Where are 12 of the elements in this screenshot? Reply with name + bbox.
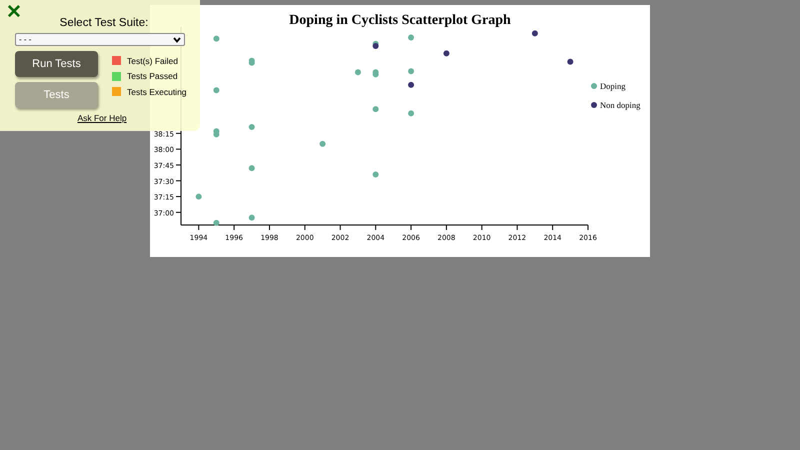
- test-button[interactable]: Run Tests: [15, 51, 98, 77]
- chart-title: Doping in Cyclists Scatterplot Graph: [289, 13, 511, 28]
- help-link[interactable]: Ask For Help: [73, 113, 127, 123]
- status-label: Tests Executing: [127, 86, 187, 97]
- status-label: Tests Passed: [127, 71, 178, 82]
- chevron-icon: [173, 36, 181, 42]
- legend-label: Non doping: [600, 100, 640, 110]
- close-icon[interactable]: ✕: [6, 2, 22, 24]
- status-label: Test(s) Failed: [127, 56, 178, 66]
- suite-label: Select Test Suite:: [58, 17, 150, 29]
- legend-label: Doping: [600, 81, 626, 91]
- suite-select[interactable]: - - -: [15, 33, 185, 46]
